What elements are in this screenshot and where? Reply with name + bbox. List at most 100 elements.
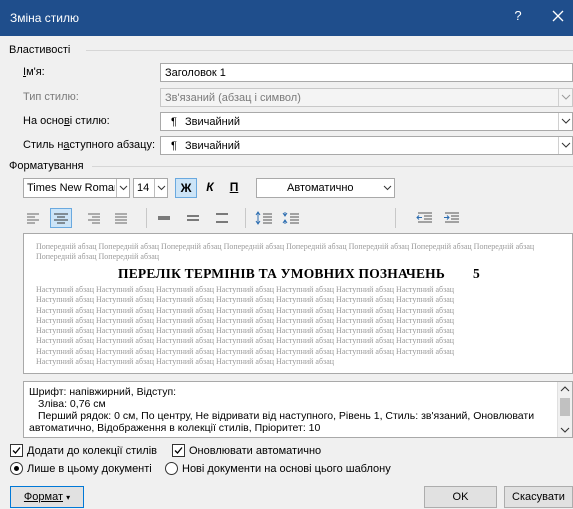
- toolbar-separator: [395, 208, 396, 228]
- font-size-value: 14: [137, 182, 150, 194]
- paragraph-mark-icon: ¶: [171, 116, 177, 128]
- align-right-button[interactable]: [83, 208, 105, 228]
- font-value: Times New Roman: [27, 182, 115, 194]
- align-center-icon: [54, 213, 68, 224]
- style-type-value: Зв'язаний (абзац і символ): [165, 92, 301, 104]
- increase-indent-button[interactable]: [441, 208, 463, 228]
- next-style-label: Стиль наступного абзацу:: [23, 139, 155, 151]
- caret-down-icon: ▾: [66, 493, 71, 502]
- style-type-dropdown: [558, 89, 572, 106]
- based-on-dropdown[interactable]: [558, 113, 572, 130]
- check-icon: [174, 447, 183, 454]
- only-this-document-label[interactable]: Лише в цьому документі: [27, 463, 152, 475]
- next-style-select[interactable]: ¶ Звичайний: [160, 136, 573, 155]
- decrease-indent-button[interactable]: [414, 208, 436, 228]
- auto-update-checkbox[interactable]: [172, 444, 185, 457]
- justify-icon: [115, 213, 127, 224]
- increase-paragraph-spacing-button[interactable]: [254, 208, 276, 228]
- new-documents-template-radio[interactable]: [165, 462, 178, 475]
- toolbar-separator: [245, 208, 246, 228]
- format-button[interactable]: Формат ▾: [10, 486, 84, 508]
- underline-button[interactable]: П: [223, 178, 245, 198]
- paragraph-spacing-decrease-icon: [282, 212, 299, 224]
- one-half-spacing-icon: [187, 215, 199, 221]
- increase-indent-icon: [444, 212, 459, 223]
- next-style-value: Звичайний: [185, 140, 240, 152]
- next-style-dropdown[interactable]: [558, 137, 572, 154]
- preview-heading: ПЕРЕЛІК ТЕРМІНІВ ТА УМОВНИХ ПОЗНАЧЕНЬ 5: [118, 266, 480, 282]
- double-spacing-icon: [216, 213, 228, 223]
- preview-previous-paragraph: Попередній абзац Попередній абзац Попере…: [36, 242, 535, 261]
- preview-next-line: Наступний абзац Наступний абзац Наступни…: [36, 326, 455, 336]
- properties-divider: [86, 50, 573, 51]
- chevron-down-icon: [561, 118, 571, 124]
- font-size-select[interactable]: 14: [133, 178, 168, 198]
- close-button[interactable]: [548, 6, 568, 26]
- italic-button[interactable]: К: [199, 178, 221, 198]
- one-half-spacing-button[interactable]: [182, 208, 204, 228]
- formatting-divider: [92, 166, 573, 167]
- description-line: Перший рядок: 0 см, По центру, Не відрив…: [38, 410, 535, 422]
- font-color-select[interactable]: Автоматично: [256, 178, 395, 198]
- font-size-dropdown[interactable]: [154, 179, 167, 197]
- bold-button[interactable]: Ж: [175, 178, 197, 198]
- align-center-button[interactable]: [50, 208, 72, 228]
- double-spacing-button[interactable]: [211, 208, 233, 228]
- preview-next-line: Наступний абзац Наступний абзац Наступни…: [36, 315, 455, 325]
- decrease-paragraph-spacing-button[interactable]: [281, 208, 303, 228]
- help-button[interactable]: ?: [510, 8, 526, 23]
- chevron-down-icon: [119, 185, 128, 191]
- font-color-value: Автоматично: [287, 182, 354, 194]
- style-name-input[interactable]: Заголовок 1: [160, 63, 573, 82]
- dialog-title: Зміна стилю: [10, 11, 79, 25]
- properties-section-label: Властивості: [9, 44, 71, 56]
- only-this-document-radio[interactable]: [10, 462, 23, 475]
- align-left-icon: [27, 213, 39, 224]
- font-dropdown[interactable]: [116, 179, 129, 197]
- preview-next-line: Наступний абзац Наступний абзац Наступни…: [36, 305, 455, 315]
- description-scrollbar[interactable]: [557, 382, 572, 437]
- preview-heading-text: ПЕРЕЛІК ТЕРМІНІВ ТА УМОВНИХ ПОЗНАЧЕНЬ: [118, 266, 445, 281]
- description-line: Зліва: 0,76 см: [38, 398, 106, 410]
- decrease-indent-icon: [416, 212, 432, 223]
- auto-update-label[interactable]: Оновлювати автоматично: [189, 445, 321, 457]
- preview-heading-number: 5: [472, 266, 480, 281]
- chevron-down-icon: [561, 142, 571, 148]
- description-line: Шрифт: напівжирний, Відступ:: [29, 386, 177, 398]
- style-preview: Попередній абзац Попередній абзац Попере…: [23, 233, 573, 374]
- single-spacing-icon: [158, 216, 170, 220]
- scroll-up-icon[interactable]: [560, 385, 570, 393]
- scrollbar-thumb[interactable]: [560, 398, 570, 416]
- justify-button[interactable]: [110, 208, 132, 228]
- based-on-label: На основі стилю:: [23, 115, 110, 127]
- cancel-button[interactable]: Скасувати: [504, 486, 573, 508]
- name-label: Ім'я:: [23, 66, 45, 78]
- align-right-icon: [88, 213, 100, 224]
- scroll-down-icon[interactable]: [560, 426, 570, 434]
- style-type-select: Зв'язаний (абзац і символ): [160, 88, 573, 107]
- based-on-value: Звичайний: [185, 116, 240, 128]
- based-on-select[interactable]: ¶ Звичайний: [160, 112, 573, 131]
- font-select[interactable]: Times New Roman: [23, 178, 130, 198]
- preview-next-paragraph: Наступний абзац Наступний абзац Наступни…: [36, 285, 556, 367]
- preview-next-line: Наступний абзац Наступний абзац Наступни…: [36, 357, 335, 367]
- single-spacing-button[interactable]: [153, 208, 175, 228]
- new-documents-template-label[interactable]: Нові документи на основі цього шаблону: [182, 463, 391, 475]
- formatting-section-label: Форматування: [9, 160, 84, 172]
- font-color-dropdown[interactable]: [381, 179, 394, 197]
- preview-next-line: Наступний абзац Наступний абзац Наступни…: [36, 336, 455, 346]
- chevron-down-icon: [383, 185, 392, 191]
- close-icon: [552, 10, 564, 22]
- add-to-gallery-checkbox[interactable]: [10, 444, 23, 457]
- paragraph-spacing-increase-icon: [255, 211, 272, 225]
- format-button-label: Формат: [23, 491, 63, 503]
- align-left-button[interactable]: [23, 208, 45, 228]
- add-to-gallery-label[interactable]: Додати до колекції стилів: [27, 445, 157, 457]
- preview-next-line: Наступний абзац Наступний абзац Наступни…: [36, 295, 455, 305]
- style-description: Шрифт: напівжирний, Відступ: Зліва: 0,76…: [23, 381, 573, 438]
- ok-button[interactable]: OK: [424, 486, 497, 508]
- radio-selected-dot: [14, 466, 19, 471]
- style-name-value: Заголовок 1: [165, 67, 226, 79]
- chevron-down-icon: [561, 94, 571, 100]
- description-line: автоматично, Відображення в колекції сти…: [29, 422, 321, 434]
